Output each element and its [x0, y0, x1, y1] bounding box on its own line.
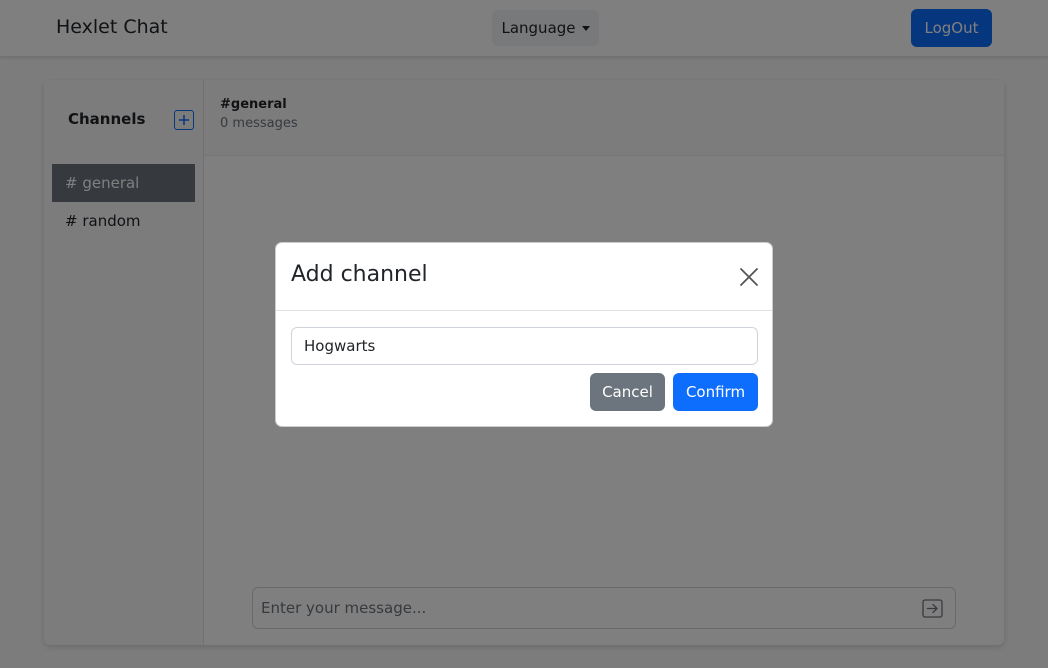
modal-title: Add channel [291, 262, 428, 287]
confirm-button[interactable]: Confirm [673, 373, 758, 411]
close-icon [740, 268, 758, 286]
modal-header: Add channel [276, 243, 772, 311]
add-channel-modal: Add channel Cancel Confirm [275, 242, 773, 427]
channel-name-input[interactable] [291, 327, 758, 365]
modal-close-button[interactable] [738, 266, 760, 288]
cancel-button[interactable]: Cancel [590, 373, 665, 411]
